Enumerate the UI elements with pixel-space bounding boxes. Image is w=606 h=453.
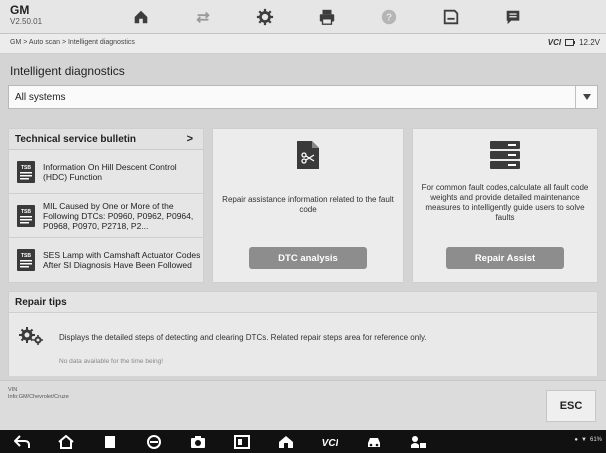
dtc-analysis-panel: Repair assistance information related to…	[212, 128, 404, 283]
print-button[interactable]	[296, 0, 358, 34]
car-icon	[368, 437, 380, 447]
repair-assist-panel: For common fault codes,calculate all fau…	[412, 128, 598, 283]
screen-mirror-button[interactable]	[224, 430, 260, 453]
tsb-panel: Technical service bulletin > TSB Informa…	[8, 128, 204, 283]
back-button[interactable]	[4, 430, 40, 453]
gears-icon	[19, 327, 43, 345]
server-stack-icon	[490, 141, 520, 169]
help-button[interactable]: ?	[358, 0, 420, 34]
location-icon: ●	[574, 437, 579, 443]
vci-button[interactable]: VCI	[312, 430, 348, 453]
home-icon	[58, 434, 74, 449]
svg-text:TSB: TSB	[21, 165, 31, 171]
footer-bar: VIN Info:GM/Chevrolet/Cruze ESC	[0, 380, 606, 430]
vin-label: VIN	[8, 387, 18, 393]
vehicle-make: GM	[10, 3, 30, 17]
breadcrumb-bar: GM > Auto scan > Intelligent diagnostics…	[0, 34, 606, 54]
repair-assist-description: For common fault codes,calculate all fau…	[421, 183, 589, 222]
esc-button[interactable]: ESC	[546, 390, 596, 422]
chevron-down-icon[interactable]	[575, 86, 597, 108]
tsb-document-icon: TSB	[17, 204, 35, 227]
camera-icon	[191, 435, 205, 448]
page-title: Intelligent diagnostics	[10, 64, 125, 78]
settings-button[interactable]	[234, 0, 296, 34]
tsb-item-text: SES Lamp with Camshaft Actuator Codes Af…	[43, 250, 201, 270]
vci-icon: VCI	[322, 438, 338, 449]
save-icon	[443, 9, 459, 25]
system-select-value: All systems	[15, 92, 66, 103]
battery-voltage: 12.2V	[579, 38, 600, 47]
system-status: ● ▼ 61%	[574, 437, 602, 443]
repair-assist-button[interactable]: Repair Assist	[446, 247, 564, 269]
battery-icon	[565, 39, 576, 46]
vehicle-info-text: Info:GM/Chevrolet/Cruze	[8, 394, 69, 400]
vehicle-info: VIN Info:GM/Chevrolet/Cruze	[8, 387, 69, 401]
maxifix-home-button[interactable]	[268, 430, 304, 453]
car-button[interactable]	[356, 430, 392, 453]
help-icon: ?	[381, 9, 397, 25]
repair-tips-empty: No data available for the time being!	[59, 358, 164, 365]
data-log-button[interactable]	[482, 0, 544, 34]
breadcrumb: GM > Auto scan > Intelligent diagnostics	[10, 39, 135, 46]
print-icon	[319, 9, 335, 25]
svg-text:VCI: VCI	[322, 438, 338, 449]
svg-text:TSB: TSB	[21, 253, 31, 259]
brand-block: GM V2.50.01	[10, 4, 42, 27]
svg-text:TSB: TSB	[21, 209, 31, 215]
car-service-button[interactable]	[400, 430, 436, 453]
system-navbar: VCI ● ▼ 61%	[0, 430, 606, 453]
wifi-icon: ▼	[581, 437, 587, 443]
system-select[interactable]: All systems	[8, 85, 598, 109]
tsb-item-text: Information On Hill Descent Control (HDC…	[43, 161, 177, 182]
tsb-list-item[interactable]: TSB MIL Caused by One or More of the Fol…	[9, 194, 203, 238]
vehicle-swap-icon	[196, 11, 210, 24]
back-icon	[14, 434, 30, 448]
repair-tips-body: Displays the detailed steps of detecting…	[9, 314, 597, 376]
vehicle-swap-button[interactable]	[172, 0, 234, 34]
top-toolbar: GM V2.50.01 ?	[0, 0, 606, 34]
save-button[interactable]	[420, 0, 482, 34]
battery-percent: 61%	[589, 437, 602, 443]
tsb-list-item[interactable]: TSB SES Lamp with Camshaft Actuator Code…	[9, 238, 203, 282]
settings-icon	[256, 8, 274, 26]
dtc-description: Repair assistance information related to…	[222, 195, 394, 214]
tsb-title: Technical service bulletin	[15, 133, 136, 145]
dtc-analysis-button[interactable]: DTC analysis	[249, 247, 367, 269]
car-service-icon	[411, 435, 426, 448]
data-log-icon	[506, 10, 520, 25]
software-version: V2.50.01	[10, 17, 43, 26]
tsb-header[interactable]: Technical service bulletin >	[9, 129, 203, 150]
tsb-document-icon: TSB	[17, 249, 35, 271]
browser-icon	[147, 434, 161, 449]
document-scissors-icon	[297, 141, 319, 169]
browser-button[interactable]	[136, 430, 172, 453]
vci-status: VCI	[547, 38, 562, 47]
chevron-right-icon[interactable]: >	[187, 133, 193, 145]
repair-tips-text: Displays the detailed steps of detecting…	[59, 333, 427, 342]
recent-apps-icon	[105, 435, 115, 448]
tsb-item-text: MIL Caused by One or More of the Followi…	[43, 200, 194, 231]
home-icon	[134, 10, 148, 24]
android-home-button[interactable]	[48, 430, 84, 453]
screen-mirror-icon	[234, 434, 250, 449]
tsb-document-icon: TSB	[17, 160, 35, 183]
repair-tips-panel: Repair tips Displays the detailed steps …	[8, 291, 598, 376]
tsb-list-item[interactable]: TSB Information On Hill Descent Control …	[9, 150, 203, 194]
recent-apps-button[interactable]	[92, 430, 128, 453]
maxifix-home-icon	[279, 435, 293, 448]
camera-button[interactable]	[180, 430, 216, 453]
repair-tips-title: Repair tips	[9, 292, 597, 313]
home-button[interactable]	[110, 0, 172, 34]
status-indicators: VCI 12.2V	[548, 38, 600, 47]
svg-text:?: ?	[386, 13, 392, 24]
